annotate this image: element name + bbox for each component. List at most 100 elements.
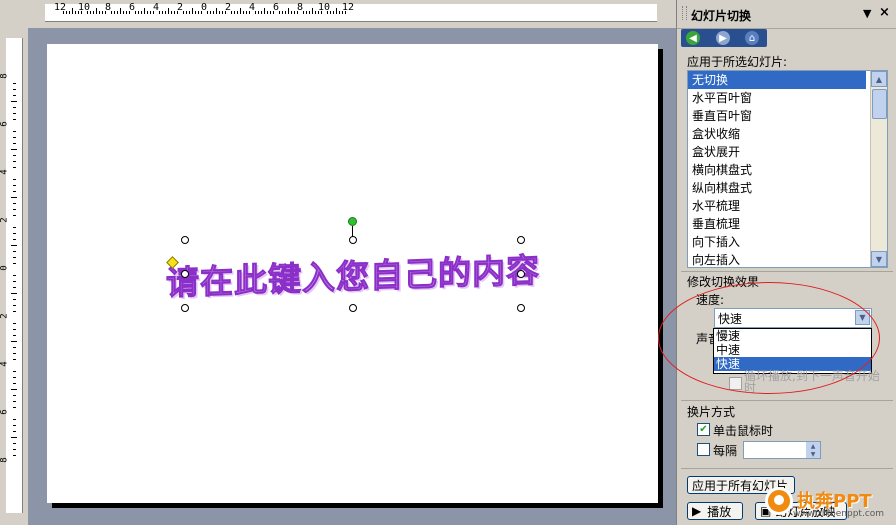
ruler-tick <box>198 11 199 14</box>
ruler-tick <box>13 305 16 306</box>
spin-up-icon[interactable]: ▲ <box>806 442 820 450</box>
play-button[interactable]: ▶ 播放 <box>687 502 743 520</box>
ruler-tick <box>13 407 16 408</box>
ruler-tick <box>13 395 16 396</box>
scroll-up-icon[interactable]: ▲ <box>871 71 887 87</box>
transition-list[interactable]: 无切换 水平百叶窗 垂直百叶窗 盒状收缩 盒状展开 横向棋盘式 纵向棋盘式 水平梳理 垂直梳理向… <box>687 70 888 268</box>
every-checkbox[interactable] <box>697 443 710 456</box>
ruler-label: 2 <box>176 2 184 13</box>
forward-icon[interactable]: ▶ <box>716 31 730 45</box>
ruler-label: 0 <box>200 2 208 13</box>
ruler-tick <box>90 11 91 14</box>
ruler-tick <box>13 209 16 210</box>
ruler-tick <box>174 11 175 14</box>
on-click-checkbox[interactable]: ✔ <box>697 423 710 436</box>
ruler-tick <box>195 11 196 14</box>
ruler-tick <box>13 155 16 156</box>
transition-item[interactable]: 垂直梳理 <box>688 215 866 233</box>
transition-item[interactable]: 垂直百叶窗 <box>688 107 866 125</box>
close-icon[interactable]: × <box>879 5 890 20</box>
ruler-tick <box>207 11 208 14</box>
ruler-tick <box>13 83 16 84</box>
resize-handle-e[interactable] <box>517 270 525 278</box>
ruler-tick <box>13 179 16 180</box>
every-time-spinner[interactable]: ▲ ▼ <box>743 441 821 459</box>
scroll-down-icon[interactable]: ▼ <box>871 251 887 267</box>
resize-handle-s[interactable] <box>349 304 357 312</box>
resize-handle-nw[interactable] <box>181 236 189 244</box>
loop-checkbox[interactable] <box>729 377 742 390</box>
every-label: 每隔 <box>713 444 738 458</box>
ruler-tick <box>13 191 16 192</box>
pane-menu-dropdown-icon[interactable]: ▼ <box>863 7 871 20</box>
slideshow-button-label: 幻灯片放映 <box>775 504 836 519</box>
ruler-tick <box>13 449 16 450</box>
ruler-tick <box>13 359 16 360</box>
wordart-text[interactable]: 请在此键入您自己的内容 <box>166 234 541 313</box>
ruler-tick <box>13 329 16 330</box>
scroll-thumb[interactable] <box>872 89 887 119</box>
ruler-tick <box>13 89 16 90</box>
ruler-label: 4 <box>248 2 256 13</box>
transition-item[interactable]: 横向棋盘式 <box>688 161 866 179</box>
vertical-ruler[interactable]: 8 6 4 2 0 2 4 6 8 <box>0 28 26 525</box>
transition-item[interactable]: 盒状收缩 <box>688 125 866 143</box>
ruler-tick <box>213 11 214 14</box>
speed-dropdown-list[interactable]: 慢速 中速 快速 <box>713 328 872 374</box>
speed-option[interactable]: 中速 <box>714 343 871 357</box>
speed-option[interactable]: 慢速 <box>714 329 871 343</box>
ruler-tick <box>240 8 241 14</box>
ruler-tick <box>309 11 310 14</box>
ruler-tick <box>291 11 292 14</box>
resize-handle-se[interactable] <box>517 304 525 312</box>
ruler-label: 12 <box>341 2 355 13</box>
ruler-tick <box>231 11 232 14</box>
resize-handle-n[interactable] <box>349 236 357 244</box>
ruler-tick <box>11 341 17 342</box>
rotation-handle[interactable] <box>348 217 357 226</box>
slideshow-button[interactable]: ▣ 幻灯片放映 <box>755 502 847 520</box>
chevron-down-icon[interactable]: ▼ <box>855 310 870 325</box>
horizontal-ruler[interactable]: 12 10 8 6 4 2 0 2 4 6 8 10 12 <box>0 0 676 27</box>
ruler-tick <box>141 11 142 14</box>
ruler-tick <box>333 11 334 14</box>
resize-handle-w[interactable] <box>181 270 189 278</box>
ruler-tick <box>11 437 17 438</box>
slide[interactable]: 请在此键入您自己的内容 <box>47 44 658 503</box>
ruler-tick <box>294 11 295 14</box>
pane-title: 幻灯片切换 <box>691 9 752 23</box>
ruler-tick <box>13 377 16 378</box>
back-icon[interactable]: ◀ <box>686 31 700 45</box>
transition-item[interactable]: 水平梳理 <box>688 197 866 215</box>
ruler-tick <box>13 107 16 108</box>
resize-handle-sw[interactable] <box>181 304 189 312</box>
ruler-tick <box>13 185 16 186</box>
apply-to-all-button[interactable]: 应用于所有幻灯片 <box>687 476 795 494</box>
apply-to-selected-label: 应用于所选幻灯片: <box>687 55 788 69</box>
ruler-tick <box>288 8 289 14</box>
transition-list-scrollbar[interactable]: ▲ ▼ <box>870 71 887 267</box>
ruler-tick <box>13 287 16 288</box>
advance-slide-label: 换片方式 <box>687 405 736 419</box>
ruler-label: 4 <box>0 169 10 175</box>
ruler-tick <box>315 11 316 14</box>
transition-item[interactable]: 水平百叶窗 <box>688 89 866 107</box>
transition-item[interactable]: 向左插入 <box>688 251 866 267</box>
resize-handle-ne[interactable] <box>517 236 525 244</box>
transition-item[interactable]: 盒状展开 <box>688 143 866 161</box>
wordart-textbox[interactable]: 请在此键入您自己的内容 <box>166 240 541 307</box>
speed-select[interactable]: 快速 ▼ <box>714 308 872 328</box>
ruler-tick <box>192 8 193 14</box>
transition-item[interactable]: 纵向棋盘式 <box>688 179 866 197</box>
drag-grip-icon[interactable] <box>682 6 687 20</box>
ruler-tick <box>96 8 97 14</box>
transition-item[interactable]: 向下插入 <box>688 233 866 251</box>
home-icon[interactable]: ⌂ <box>745 31 759 45</box>
transition-item[interactable]: 无切换 <box>688 71 866 89</box>
ruler-tick <box>13 299 16 300</box>
spin-down-icon[interactable]: ▼ <box>806 450 820 458</box>
pane-title-bar: 幻灯片切换 ▼ × <box>677 0 896 29</box>
slideshow-icon: ▣ <box>760 504 772 518</box>
ruler-tick <box>216 8 217 14</box>
ruler-label: 6 <box>0 121 10 127</box>
